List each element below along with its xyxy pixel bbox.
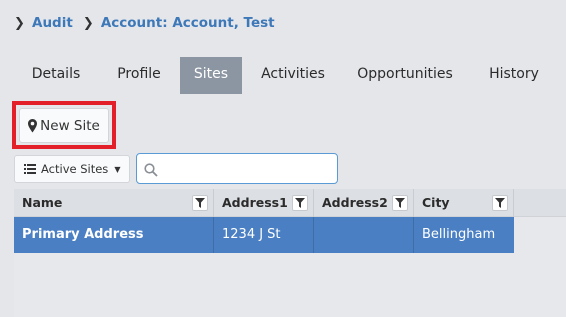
column-header-address1[interactable]: Address1 <box>214 189 314 217</box>
tab-details[interactable]: Details <box>14 57 98 94</box>
breadcrumb: ❯ Audit ❯ Account: Account, Test <box>14 14 275 32</box>
tab-profile[interactable]: Profile <box>98 57 180 94</box>
filter-icon[interactable] <box>292 195 308 211</box>
table-row[interactable]: Primary Address 1234 J St Bellingham <box>14 217 514 253</box>
column-header-city[interactable]: City <box>414 189 514 217</box>
cell-city: Bellingham <box>422 227 496 242</box>
chevron-right-icon: ❯ <box>14 15 25 31</box>
map-pin-icon <box>28 118 38 132</box>
breadcrumb-audit-link[interactable]: Audit <box>32 15 73 31</box>
tab-opportunities[interactable]: Opportunities <box>344 57 466 94</box>
filter-icon[interactable] <box>392 195 408 211</box>
breadcrumb-account-link[interactable]: Account: Account, Test <box>101 15 275 31</box>
view-filter-dropdown[interactable]: Active Sites ▼ <box>14 155 130 183</box>
search-icon <box>144 163 158 177</box>
caret-down-icon: ▼ <box>114 164 121 174</box>
cell-name[interactable]: Primary Address <box>14 217 214 253</box>
new-site-button[interactable]: New Site <box>19 108 109 143</box>
tab-history[interactable]: History <box>466 57 562 94</box>
search-input[interactable] <box>136 153 338 184</box>
chevron-right-icon: ❯ <box>82 15 94 31</box>
column-header-address2[interactable]: Address2 <box>314 189 414 217</box>
list-icon <box>24 164 36 174</box>
sites-grid: Name Address1 Address2 City Primary Addr… <box>14 189 566 317</box>
cell-address2 <box>314 217 414 253</box>
filter-icon[interactable] <box>492 195 508 211</box>
new-site-label: New Site <box>40 117 100 134</box>
tab-activities[interactable]: Activities <box>242 57 344 94</box>
view-filter-label: Active Sites <box>41 162 109 176</box>
column-header-name[interactable]: Name <box>14 189 214 217</box>
grid-header: Name Address1 Address2 City <box>14 189 566 217</box>
filter-icon[interactable] <box>192 195 208 211</box>
tab-sites[interactable]: Sites <box>180 57 242 94</box>
cell-address1: 1234 J St <box>214 217 314 253</box>
tab-bar: Details Profile Sites Activities Opportu… <box>14 57 562 94</box>
